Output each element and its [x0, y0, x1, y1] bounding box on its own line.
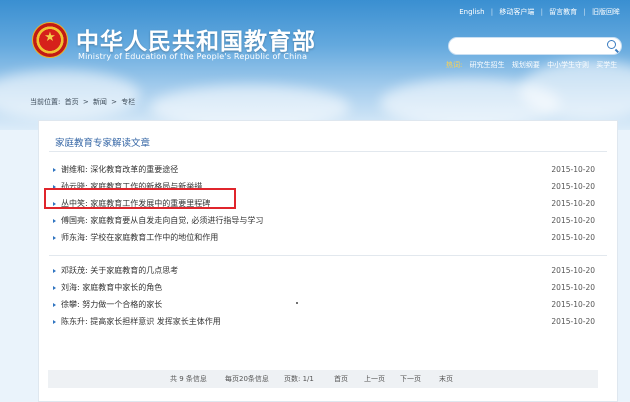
- divider: [49, 255, 607, 256]
- article-date: 2015-10-20: [551, 182, 595, 191]
- site-header: 中华人民共和国教育部 Ministry of Education of the …: [0, 0, 630, 130]
- article-date: 2015-10-20: [551, 216, 595, 225]
- ministry-name-cn[interactable]: 中华人民共和国教育部: [76, 22, 316, 56]
- separator: |: [490, 8, 494, 16]
- pager-pages: 页数: 1/1: [284, 375, 314, 383]
- article-title[interactable]: 刘海: 家庭教育中家长的角色: [61, 279, 162, 296]
- link-old-version[interactable]: 旧版回眸: [592, 8, 620, 16]
- separator: |: [583, 8, 586, 16]
- article-title[interactable]: 傅国亮: 家庭教育要从自发走向自觉, 必须进行指导与学习: [61, 212, 263, 229]
- list-item[interactable]: 师东海: 学校在家庭教育工作中的地位和作用 2015-10-20: [49, 229, 607, 246]
- article-date: 2015-10-20: [551, 266, 595, 275]
- pager-last[interactable]: 末页: [439, 374, 453, 384]
- article-date: 2015-10-20: [551, 233, 595, 242]
- link-mobile-client[interactable]: 移动客户端: [499, 8, 534, 16]
- breadcrumb-label: 当前位置:: [30, 98, 61, 106]
- hot-words-label: 热词:: [446, 61, 463, 69]
- article-title[interactable]: 陈东升: 提高家长担样意识 发挥家长主体作用: [61, 313, 221, 330]
- article-date: 2015-10-20: [551, 300, 595, 309]
- article-date: 2015-10-20: [551, 317, 595, 326]
- chevron-right-icon: >: [111, 98, 118, 106]
- search-box: [448, 37, 622, 55]
- breadcrumb-news[interactable]: 新闻: [93, 98, 107, 106]
- link-english[interactable]: English: [459, 8, 484, 16]
- pager-next[interactable]: 下一页: [400, 374, 421, 384]
- hot-word-link[interactable]: 规划纲要: [512, 61, 540, 69]
- search-input[interactable]: [457, 38, 606, 54]
- hot-word-link[interactable]: 研究生招生: [470, 61, 505, 69]
- cloud-decoration: [0, 70, 140, 120]
- bullet-icon: [53, 320, 56, 324]
- bullet-icon: [53, 286, 56, 290]
- bullet-icon: [53, 303, 56, 307]
- pager-prev[interactable]: 上一页: [364, 374, 385, 384]
- search-icon[interactable]: [607, 40, 616, 49]
- bullet-icon: [53, 236, 56, 240]
- list-item[interactable]: 傅国亮: 家庭教育要从自发走向自觉, 必须进行指导与学习 2015-10-20: [49, 212, 607, 229]
- bullet-icon: [53, 269, 56, 273]
- list-item[interactable]: 刘海: 家庭教育中家长的角色 2015-10-20: [49, 279, 607, 296]
- article-list-2: 邓跃茂: 关于家庭教育的几点思考 2015-10-20 刘海: 家庭教育中家长的…: [49, 262, 607, 330]
- bullet-icon: [53, 168, 56, 172]
- article-title[interactable]: 徐攀: 努力做一个合格的家长: [61, 296, 162, 313]
- pager-total: 共 9 条信息: [170, 375, 207, 383]
- article-date: 2015-10-20: [551, 199, 595, 208]
- hot-words: 热词: 研究生招生 规划纲要 中小学生守则 买学生: [446, 60, 622, 70]
- list-item[interactable]: 陈东升: 提高家长担样意识 发挥家长主体作用 2015-10-20: [49, 313, 607, 330]
- pagination: 共 9 条信息 每页20条信息 页数: 1/1 首页 上一页 下一页 末页: [48, 370, 598, 388]
- ministry-name-en: Ministry of Education of the People's Re…: [78, 52, 308, 61]
- breadcrumb: 当前位置: 首页 > 新闻 > 专栏: [30, 97, 137, 107]
- link-message[interactable]: 留言教育: [549, 8, 577, 16]
- pager-per-page: 每页20条信息: [225, 375, 269, 383]
- pager-first[interactable]: 首页: [334, 374, 348, 384]
- article-date: 2015-10-20: [551, 283, 595, 292]
- national-emblem-icon: [32, 22, 68, 58]
- cursor-dot: [296, 302, 298, 304]
- hot-word-link[interactable]: 买学生: [596, 61, 617, 69]
- article-title[interactable]: 师东海: 学校在家庭教育工作中的地位和作用: [61, 229, 218, 246]
- article-date: 2015-10-20: [551, 165, 595, 174]
- highlight-box: [44, 188, 236, 209]
- bullet-icon: [53, 219, 56, 223]
- breadcrumb-home[interactable]: 首页: [65, 98, 79, 106]
- article-panel: 家庭教育专家解读文章 谢维和: 深化教育改革的重要途径 2015-10-20 孙…: [38, 120, 618, 402]
- list-item[interactable]: 邓跃茂: 关于家庭教育的几点思考 2015-10-20: [49, 262, 607, 279]
- top-links: English | 移动客户端 | 留言教育 | 旧版回眸: [455, 7, 620, 17]
- list-item[interactable]: 徐攀: 努力做一个合格的家长 2015-10-20: [49, 296, 607, 313]
- article-title[interactable]: 邓跃茂: 关于家庭教育的几点思考: [61, 262, 178, 279]
- article-title[interactable]: 谢维和: 深化教育改革的重要途径: [61, 161, 178, 178]
- chevron-right-icon: >: [82, 98, 89, 106]
- panel-title: 家庭教育专家解读文章: [55, 138, 151, 149]
- list-item[interactable]: 谢维和: 深化教育改革的重要途径 2015-10-20: [49, 161, 607, 178]
- hot-word-link[interactable]: 中小学生守则: [547, 61, 589, 69]
- separator: |: [540, 8, 543, 16]
- divider: [49, 151, 607, 152]
- breadcrumb-column[interactable]: 专栏: [121, 98, 135, 106]
